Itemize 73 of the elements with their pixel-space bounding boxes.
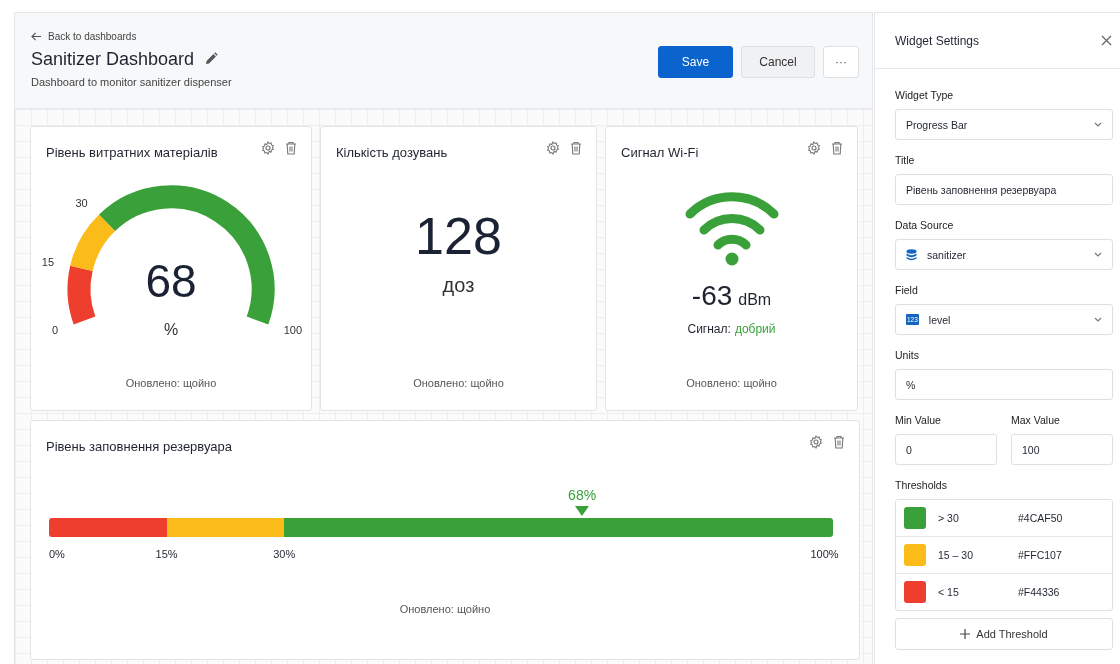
field-label: Data Source [895,219,955,231]
marker-value: 68% [568,487,597,503]
chevron-down-icon [1094,252,1102,257]
field-label: Title [895,154,916,166]
select-dropdown[interactable]: sanitizer [895,239,1113,270]
database-icon [906,248,917,261]
settings-icon[interactable] [809,435,823,449]
settings-icon[interactable] [261,141,275,155]
updated-text: Оновлено: щойно [412,377,505,391]
number-input[interactable]: 100 [1011,434,1113,465]
threshold-range: > 30 [938,512,960,524]
gauge-tick-label: 0 [51,324,58,337]
select-dropdown[interactable]: Progress Bar [895,109,1113,140]
color-swatch[interactable] [904,544,926,566]
signal-value: -63 [691,280,733,312]
field-label: Min Value [895,414,942,426]
gauge-tick-label: 15 [41,256,54,268]
save-button[interactable]: Save [658,46,733,78]
gauge-tick-label: 100 [283,324,302,337]
cancel-button[interactable]: Cancel [741,46,815,78]
close-icon[interactable] [1101,35,1112,46]
color-code: #4CAF50 [1018,512,1063,524]
gauge-value: 68 [144,255,197,307]
scale-label: 15% [155,548,178,560]
field-label: Thresholds [895,479,948,491]
trash-icon[interactable] [833,435,845,449]
color-swatch[interactable] [904,581,926,603]
field-label: Units [895,349,920,361]
text-input[interactable]: % [895,369,1113,400]
pencil-icon[interactable] [204,52,219,66]
color-code: #FFC107 [1018,549,1062,561]
wifi-icon [683,190,780,266]
widget-title: Сигнал Wi-Fi [621,145,699,160]
color-code: #F44336 [1018,586,1060,598]
scale-label: 30% [273,548,296,560]
settings-icon[interactable] [807,141,821,155]
trash-icon[interactable] [831,141,843,155]
dashboard-title: Sanitizer Dashboard [31,48,195,70]
plus-icon [960,629,971,639]
more-button[interactable]: ··· [823,46,859,78]
widget-title: Рівень заповнення резервуара [46,439,232,454]
threshold-range: 15 – 30 [938,549,975,561]
text-input[interactable]: Рівень заповнення резервуара [895,174,1113,205]
panel-title: Widget Settings [895,33,980,48]
add-threshold-button[interactable]: Add Threshold [895,618,1113,650]
updated-text: Оновлено: щойно [124,377,218,391]
field-label: Widget Type [895,89,955,101]
number-input[interactable]: 0 [895,434,997,465]
arrow-left-icon [31,32,42,41]
widget-title: Рівень витратних матеріалів [46,145,218,160]
field-label: Field [895,284,919,296]
signal-unit: dBm [738,291,772,309]
chevron-down-icon [1094,317,1102,322]
updated-text: Оновлено: щойно [398,603,492,617]
field-label: Max Value [1011,414,1061,426]
scale-label: 0% [49,548,65,560]
stat-unit: доз [442,274,475,297]
trash-icon[interactable] [570,141,582,155]
threshold-range: < 15 [938,586,960,598]
gauge-unit: % [163,321,178,338]
signal-label: Сигнал: [687,322,731,336]
color-swatch[interactable] [904,507,926,529]
settings-icon[interactable] [546,141,560,155]
updated-text: Оновлено: щойно [685,377,778,391]
back-link[interactable]: Back to dashboards [48,31,137,42]
chevron-down-icon [1094,122,1102,127]
stat-value: 128 [415,210,502,262]
dashboard-description: Dashboard to monitor sanitizer dispenser [31,76,233,88]
signal-status: добрий [734,322,776,336]
gauge-tick-label: 30 [74,196,88,209]
widget-title: Кількість дозувань [336,145,448,160]
scale-label: 100% [810,548,839,560]
trash-icon[interactable] [285,141,297,155]
